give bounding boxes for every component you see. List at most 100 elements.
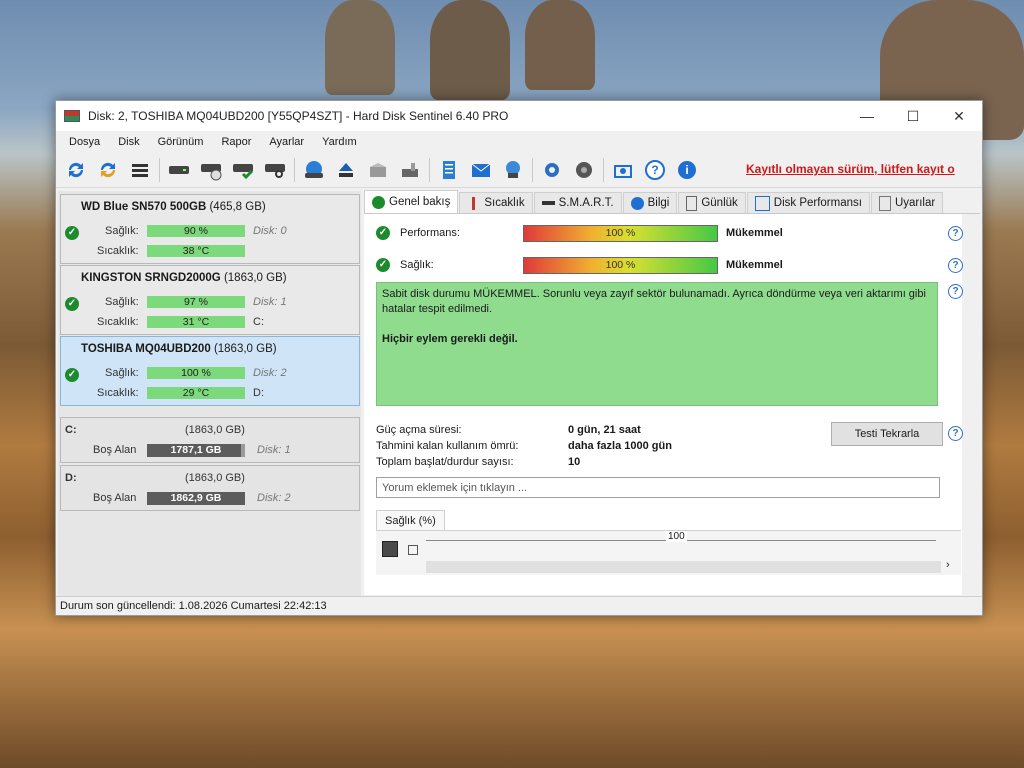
volume-disk-number: Disk: 2 — [257, 492, 291, 504]
mail-icon[interactable] — [467, 156, 495, 184]
disk-item[interactable]: KINGSTON SRNGD2000G (1863,0 GB) ✓ Sağlık… — [60, 265, 360, 335]
globe-disk-icon[interactable] — [300, 156, 328, 184]
disk-clock-icon[interactable] — [197, 156, 225, 184]
background-rock — [525, 0, 595, 90]
start-stop-label: Toplam başlat/durdur sayısı: — [376, 456, 514, 468]
start-stop-value: 10 — [568, 456, 581, 468]
volume-size: (1863,0 GB) — [185, 424, 245, 436]
tab-health-chart[interactable]: Sağlık (%) — [376, 510, 445, 531]
disk-name: TOSHIBA MQ04UBD200 — [81, 343, 211, 355]
health-label: Sağlık: — [105, 367, 139, 379]
background-rock — [325, 0, 395, 95]
health-rating: Mükemmel — [726, 259, 783, 271]
volume-letter: D: — [65, 472, 77, 484]
overview-panel: ✓ Performans: 100 % Mükemmel ? ✓ Sağlık:… — [364, 214, 963, 595]
save-icon[interactable] — [382, 541, 398, 557]
network-icon[interactable] — [499, 156, 527, 184]
power-on-value: 0 gün, 21 saat — [568, 424, 641, 436]
tab-alerts[interactable]: Uyarılar — [870, 192, 944, 213]
temperature-bar: 29 °C — [147, 387, 245, 399]
retest-button[interactable]: Testi Tekrarla — [831, 422, 943, 446]
tab-label: Disk Performansı — [773, 197, 862, 209]
tab-overview[interactable]: Genel bakış — [364, 190, 459, 213]
tab-temperature[interactable]: Sıcaklık — [459, 192, 533, 213]
camera-icon[interactable] — [609, 156, 637, 184]
tab-info[interactable]: Bilgi — [622, 192, 678, 213]
info-icon — [630, 196, 644, 210]
tab-label: S.M.A.R.T. — [558, 197, 614, 209]
menu-gorunum[interactable]: Görünüm — [149, 136, 213, 148]
drive-tools-icon[interactable] — [396, 156, 424, 184]
toolbar-separator — [532, 158, 533, 182]
report-icon[interactable] — [435, 156, 463, 184]
performance-bar: 100 % — [523, 225, 718, 242]
copy-icon — [878, 195, 891, 211]
toolbar: ? i Kayıtlı olmayan sürüm, lütfen kayıt … — [56, 153, 982, 188]
disk-check-icon[interactable] — [229, 156, 257, 184]
package-icon[interactable] — [364, 156, 392, 184]
health-bar: 90 % — [147, 225, 245, 237]
status-message: Sabit disk durumu MÜKEMMEL. Sorunlu veya… — [376, 282, 938, 406]
menu-yardim[interactable]: Yardım — [313, 136, 366, 148]
temperature-label: Sıcaklık: — [97, 387, 139, 399]
eject-icon[interactable] — [332, 156, 360, 184]
toolbar-separator — [159, 158, 160, 182]
print-icon[interactable] — [408, 545, 418, 555]
scrollbar[interactable] — [426, 561, 941, 573]
volume-item[interactable]: C: (1863,0 GB) Boş Alan 1787,1 GB Disk: … — [60, 417, 360, 463]
volume-item[interactable]: D: (1863,0 GB) Boş Alan 1862,9 GB Disk: … — [60, 465, 360, 511]
free-space-label: Boş Alan — [93, 492, 137, 504]
tab-smart[interactable]: S.M.A.R.T. — [533, 192, 622, 213]
menu-disk[interactable]: Disk — [109, 136, 148, 148]
tab-log[interactable]: Günlük — [678, 192, 746, 213]
help-icon[interactable]: ? — [641, 156, 669, 184]
minimize-button[interactable]: — — [844, 101, 890, 131]
free-space-label: Boş Alan — [93, 444, 137, 456]
close-button[interactable]: ✕ — [936, 101, 982, 131]
health-label: Sağlık: — [400, 259, 434, 271]
help-icon[interactable]: ? — [948, 426, 963, 441]
help-icon[interactable]: ? — [948, 258, 963, 273]
refresh-all-icon[interactable] — [94, 156, 122, 184]
help-icon[interactable]: ? — [948, 226, 963, 241]
drive-letter: D: — [253, 387, 264, 399]
list-icon[interactable] — [126, 156, 154, 184]
menu-rapor[interactable]: Rapor — [212, 136, 260, 148]
temperature-label: Sıcaklık: — [97, 245, 139, 257]
gear-icon[interactable] — [538, 156, 566, 184]
health-label: Sağlık: — [105, 296, 139, 308]
status-message-text: Sabit disk durumu MÜKEMMEL. Sorunlu veya… — [382, 288, 926, 315]
lifetime-label: Tahmini kalan kullanım ömrü: — [376, 440, 519, 452]
maximize-button[interactable]: ☐ — [890, 101, 936, 131]
comment-input[interactable]: Yorum eklemek için tıklayın ... — [376, 477, 940, 498]
disk-icon — [541, 201, 555, 205]
ok-check-icon: ✓ — [65, 297, 79, 311]
speaker-icon[interactable] — [570, 156, 598, 184]
drive-letter: C: — [253, 316, 264, 328]
temperature-bar: 31 °C — [147, 316, 245, 328]
chart-value-label: 100 — [666, 531, 687, 542]
menu-ayarlar[interactable]: Ayarlar — [260, 136, 313, 148]
disk-item[interactable]: WD Blue SN570 500GB (465,8 GB) ✓ Sağlık:… — [60, 194, 360, 264]
disk-name: WD Blue SN570 500GB — [81, 201, 207, 213]
menu-dosya[interactable]: Dosya — [60, 136, 109, 148]
app-icon — [64, 110, 80, 122]
disk-number: Disk: 0 — [253, 225, 287, 237]
unregistered-notice[interactable]: Kayıtlı olmayan sürüm, lütfen kayıt o — [746, 162, 955, 176]
title-bar[interactable]: Disk: 2, TOSHIBA MQ04UBD200 [Y55QP4SZT] … — [56, 101, 982, 131]
free-space-bar: 1862,9 GB — [147, 492, 245, 505]
help-icon[interactable]: ? — [948, 284, 963, 299]
tab-label: Bilgi — [647, 197, 670, 209]
scroll-right-icon[interactable]: › — [946, 559, 950, 571]
info-icon[interactable]: i — [673, 156, 701, 184]
disk-search-icon[interactable] — [261, 156, 289, 184]
tab-disk-performance[interactable]: Disk Performansı — [746, 192, 870, 213]
refresh-icon[interactable] — [62, 156, 90, 184]
tab-label: Günlük — [701, 197, 738, 209]
disk-item-selected[interactable]: TOSHIBA MQ04UBD200 (1863,0 GB) ✓ Sağlık:… — [60, 336, 360, 406]
disk-icon[interactable] — [165, 156, 193, 184]
ok-check-icon: ✓ — [65, 368, 79, 382]
disk-list-panel: WD Blue SN570 500GB (465,8 GB) ✓ Sağlık:… — [58, 191, 361, 596]
free-space-bar: 1787,1 GB — [147, 444, 245, 457]
health-bar: 100 % — [147, 367, 245, 379]
